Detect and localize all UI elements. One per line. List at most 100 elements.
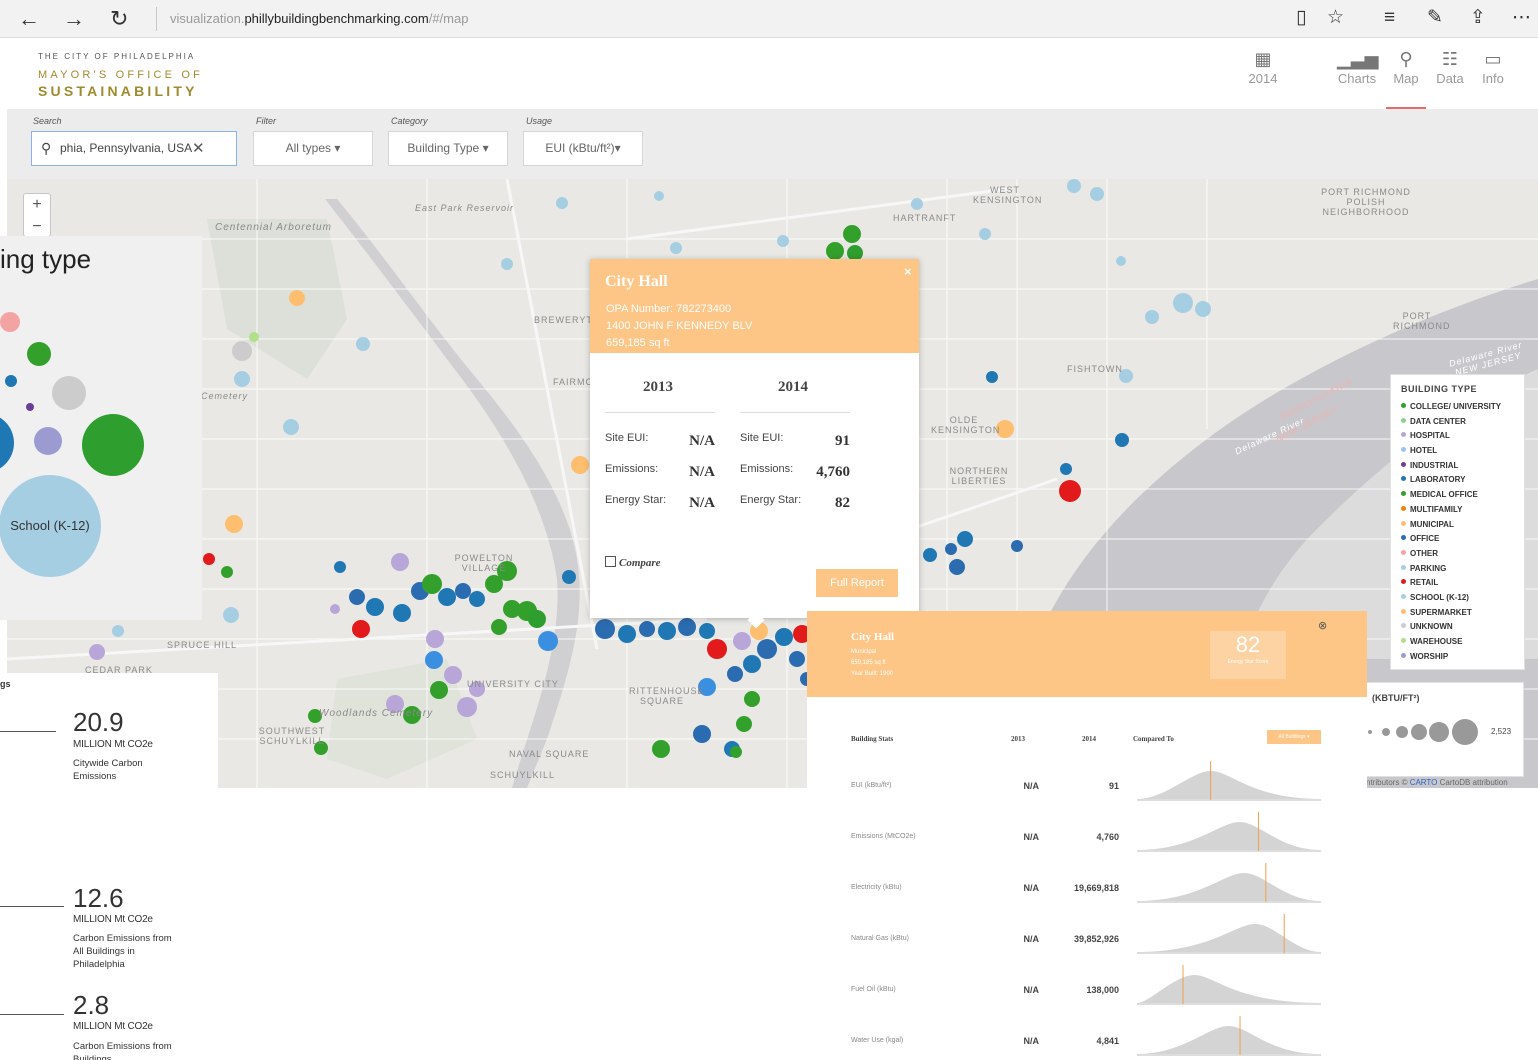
legend-label: SUPERMARKET [1410, 607, 1472, 617]
legend-item[interactable]: OFFICE [1401, 532, 1514, 547]
legend-item[interactable]: HOSPITAL [1401, 429, 1514, 444]
bubble-worship[interactable] [34, 427, 62, 455]
legend-dot-icon [1401, 491, 1406, 497]
nav-info[interactable]: ▭ Info [1480, 47, 1506, 86]
filter-dropdown[interactable]: All types ▾ [253, 131, 373, 166]
legend-label: SCHOOL (K-12) [1410, 592, 1469, 602]
star-icon[interactable]: ☆ [1327, 6, 1344, 30]
legend-item[interactable]: MEDICAL OFFICE [1401, 488, 1514, 503]
category-dropdown[interactable]: Building Type ▾ [388, 131, 508, 166]
report-sqft: 659,185 sq ft [851, 660, 886, 666]
legend-dot-icon [1401, 417, 1406, 423]
url-separator [156, 7, 157, 31]
stats-section-title: gs [0, 679, 11, 689]
address-bar[interactable]: visualization.phillybuildingbenchmarking… [170, 11, 468, 26]
eui-size-scale [1368, 719, 1478, 745]
col-2013: 2013 [1011, 735, 1025, 743]
close-icon[interactable]: ⊗ [1318, 619, 1327, 632]
attribution-text: CartoDB attribution [1437, 778, 1508, 787]
legend-item[interactable]: DATA CENTER [1401, 415, 1514, 430]
usage-dropdown[interactable]: EUI (kBtu/ft²)▾ [523, 131, 643, 166]
legend-label: HOSPITAL [1410, 431, 1450, 441]
nav-map[interactable]: ⚲ Map [1386, 47, 1426, 109]
popup-sqft: 659,185 sq ft [606, 337, 670, 349]
bubble-medical-office[interactable] [27, 342, 51, 366]
category-label: Category [391, 116, 428, 126]
legend-item[interactable]: WORSHIP [1401, 650, 1514, 665]
arrow-left-icon[interactable]: ← [18, 6, 40, 32]
energy-star-2013: N/A [689, 495, 715, 511]
legend-item[interactable]: UNKNOWN [1401, 620, 1514, 635]
zoom-out-button[interactable]: − [24, 216, 50, 238]
web-note-icon[interactable]: ✎ [1427, 6, 1443, 30]
legend-item[interactable]: COLLEGE/ UNIVERSITY [1401, 400, 1514, 415]
hub-menu-icon[interactable]: ≡ [1384, 6, 1395, 30]
distribution-chart [1137, 1016, 1321, 1056]
legend-item[interactable]: PARKING [1401, 562, 1514, 577]
legend-item[interactable]: MULTIFAMILY [1401, 503, 1514, 518]
compare-group-dropdown[interactable]: All Buildings ▾ [1267, 730, 1321, 744]
nav-label: Charts [1337, 71, 1377, 86]
bubble-unknown[interactable] [52, 376, 86, 410]
legend-item[interactable]: WAREHOUSE [1401, 635, 1514, 650]
legend-item[interactable]: SCHOOL (K-12) [1401, 591, 1514, 606]
map-label: NAVAL SQUARE [509, 749, 590, 759]
energy-star-label: Energy Star: [740, 494, 802, 506]
distribution-chart [1137, 812, 1321, 852]
arrow-right-icon[interactable]: → [63, 6, 85, 32]
stat-divider [0, 906, 64, 907]
distribution-area [1137, 771, 1321, 799]
building-type-bubble-panel: ing type School (K-12) [0, 236, 202, 620]
filter-label: Filter [256, 116, 276, 126]
bubble-industrial[interactable] [26, 403, 34, 411]
share-icon[interactable]: ⇪ [1470, 6, 1486, 30]
distribution-area [1137, 924, 1321, 952]
bubble-office[interactable] [0, 413, 14, 473]
legend-label: HOTEL [1410, 446, 1438, 456]
close-icon[interactable]: × [904, 264, 912, 279]
full-report-panel: City Hall Municipal 659,185 sq ft Year B… [807, 611, 1367, 1060]
compare-checkbox[interactable]: Compare [605, 556, 661, 569]
nav-year[interactable]: ▦ 2014 [1245, 47, 1281, 86]
nav-charts[interactable]: ▁▃▅ Charts [1337, 47, 1379, 86]
legend-item[interactable]: OTHER [1401, 547, 1514, 562]
popup-header: City Hall OPA Number: 782273400 1400 JOH… [590, 259, 919, 353]
nav-data[interactable]: ☷ Data [1435, 47, 1465, 86]
col-compared-to: Compared To [1133, 735, 1174, 743]
clear-search-icon[interactable]: ✕ [192, 132, 205, 165]
bubble-label-school: School (K-12) [10, 518, 90, 533]
legend-dot-icon [1401, 403, 1406, 408]
search-value: phia, Pennsylvania, USA [60, 141, 193, 155]
bubble-other[interactable] [0, 312, 20, 332]
zoom-control[interactable]: + − [23, 193, 51, 237]
col-2014: 2014 [1082, 735, 1096, 743]
bubble-laboratory[interactable] [5, 375, 17, 387]
map-label: HARTRANFT [893, 213, 957, 223]
legend-item[interactable]: SUPERMARKET [1401, 606, 1514, 621]
stat-unit: MILLION Mt CO2e [73, 914, 153, 925]
legend-dot-icon [1401, 593, 1406, 599]
legend-dot-icon [1401, 608, 1406, 614]
emissions-label: Emissions: [740, 463, 794, 475]
report-row-2013: N/A [1023, 934, 1040, 944]
emissions-label: Emissions: [605, 463, 659, 475]
full-report-button[interactable]: Full Report [816, 569, 898, 597]
legend-item[interactable]: LABORATORY [1401, 473, 1514, 488]
report-row-label: Fuel Oil (kBtu) [851, 986, 896, 993]
report-header: City Hall Municipal 659,185 sq ft Year B… [807, 611, 1367, 697]
zoom-in-button[interactable]: + [24, 194, 50, 216]
checkbox-icon[interactable] [605, 556, 616, 567]
legend-item[interactable]: HOTEL [1401, 444, 1514, 459]
carto-link[interactable]: CARTO [1410, 778, 1438, 787]
bubble-college[interactable] [82, 414, 144, 476]
year-divider [605, 412, 715, 413]
refresh-icon[interactable]: ↻ [110, 6, 128, 32]
legend-item[interactable]: RETAIL [1401, 576, 1514, 591]
legend-item[interactable]: INDUSTRIAL [1401, 459, 1514, 474]
stat-value: 20.9 [73, 707, 124, 737]
legend-item[interactable]: MUNICIPAL [1401, 518, 1514, 533]
distribution-area [1137, 975, 1321, 1003]
search-input[interactable]: ⚲ phia, Pennsylvania, USA ✕ [31, 131, 237, 166]
reading-view-icon[interactable]: ▯ [1296, 6, 1306, 30]
more-icon[interactable]: ⋯ [1512, 6, 1531, 30]
